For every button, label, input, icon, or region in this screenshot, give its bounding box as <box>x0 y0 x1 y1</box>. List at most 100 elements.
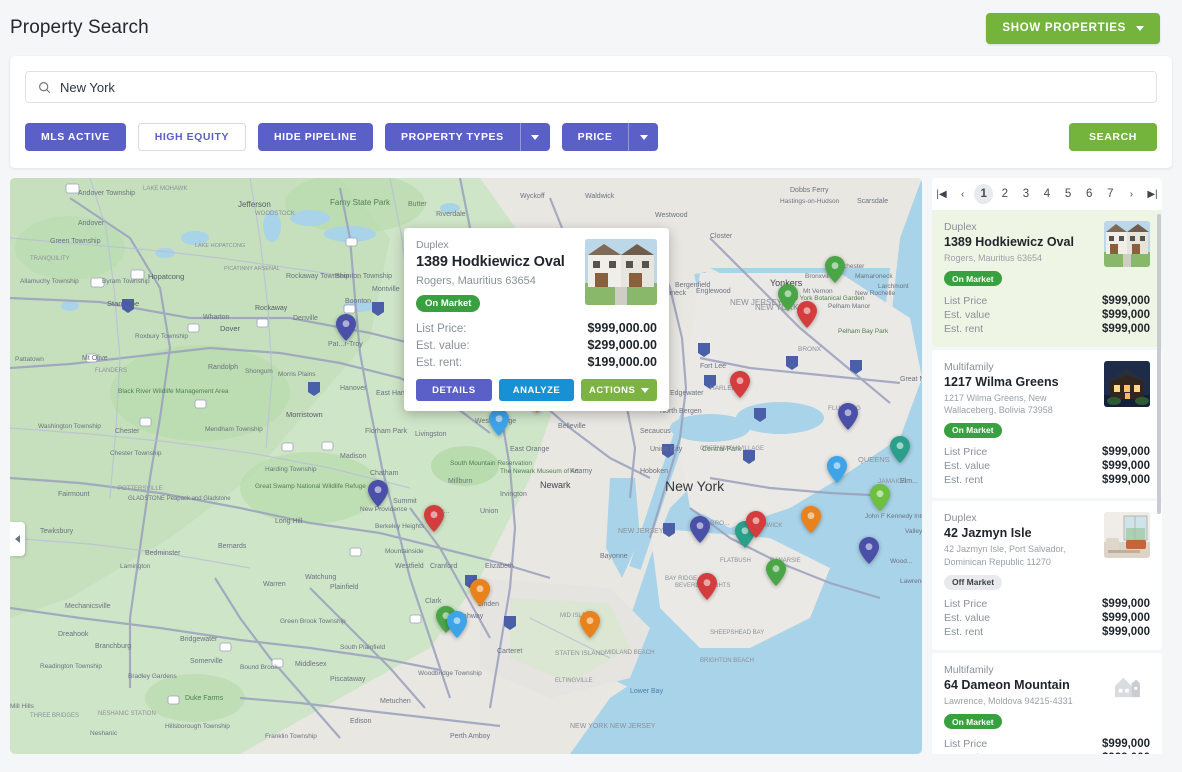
map-marker-pin-icon[interactable] <box>336 314 356 341</box>
popup-status-badge: On Market <box>416 295 481 312</box>
map-property-popup[interactable]: Duplex 1389 Hodkiewicz Oval Rogers, Maur… <box>404 228 669 411</box>
property-card-row-value: $999,000 <box>1102 308 1150 321</box>
map-marker-pin-icon[interactable] <box>766 559 786 586</box>
property-card[interactable]: Duplex 1389 Hodkiewicz Oval Rogers, Maurit… <box>932 210 1162 347</box>
pagination-page-5[interactable]: 5 <box>1059 184 1078 204</box>
property-card-row: List Price $999,000 <box>944 446 1150 458</box>
property-card-type: Multifamily <box>944 664 994 677</box>
property-card-thumbnail <box>1104 221 1150 267</box>
property-card-row-label: List Price <box>944 737 988 750</box>
map-container[interactable]: Andover Township LAKE MOHAWK Jefferson WOOD… <box>10 178 922 754</box>
filter-price-caret[interactable] <box>628 123 659 151</box>
map-marker-pin-icon[interactable] <box>424 505 444 532</box>
property-card-location: 42 Jazmyn Isle, Port Salvador, Dominican… <box>944 544 1066 567</box>
filter-row: MLS ACTIVE HIGH EQUITY HIDE PIPELINE PRO… <box>25 123 1157 151</box>
search-box[interactable] <box>25 71 1157 103</box>
filter-hide-pipeline[interactable]: HIDE PIPELINE <box>258 123 374 151</box>
property-list-sidebar: |◀ ‹ 1 2 3 4 5 6 7 › ▶| Duplex 1389 Hodki… <box>932 178 1162 754</box>
map-marker-pin-icon[interactable] <box>368 480 388 507</box>
property-card-row: List Price $999,000 <box>944 738 1150 750</box>
chevron-down-icon <box>639 134 648 140</box>
property-card-status-badge: On Market <box>944 271 1002 287</box>
property-card-location: Lawrence, Moldova 94215-4331 <box>944 696 1073 707</box>
map-marker-pin-icon[interactable] <box>870 484 890 511</box>
pagination-page-4[interactable]: 4 <box>1037 184 1056 204</box>
property-card[interactable]: Multifamily 1217 Wilma Greens 1217 Wilma G… <box>932 349 1162 499</box>
map-marker-pin-icon[interactable] <box>890 436 910 463</box>
property-card[interactable]: Multifamily 64 Dameon Mountain Lawrence, M… <box>932 653 1162 754</box>
search-input[interactable] <box>60 79 1144 95</box>
map-marker-pin-icon[interactable] <box>447 611 467 638</box>
map-marker-pin-icon[interactable] <box>489 409 509 436</box>
show-properties-label: SHOW PROPERTIES <box>1002 22 1126 34</box>
filter-property-types-button[interactable]: PROPERTY TYPES <box>385 123 520 151</box>
property-card-info: Duplex 1389 Hodkiewicz Oval Rogers, Maurit… <box>944 221 1096 287</box>
property-card-row-value: $999,000 <box>1102 598 1150 611</box>
filter-high-equity[interactable]: HIGH EQUITY <box>137 123 247 151</box>
property-card-row-label: Est. value <box>944 460 991 473</box>
map-marker-pin-icon[interactable] <box>838 403 858 430</box>
filter-price-button[interactable]: PRICE <box>561 123 629 151</box>
pagination-page-1[interactable]: 1 <box>974 184 994 204</box>
map-marker-pin-icon[interactable] <box>746 511 766 538</box>
map-marker-pin-icon[interactable] <box>825 256 845 283</box>
pagination-page-2[interactable]: 2 <box>995 184 1014 204</box>
filter-mls-active[interactable]: MLS ACTIVE <box>25 123 126 151</box>
map-marker-pin-icon[interactable] <box>778 284 798 311</box>
property-card-row: Est. value $999,000 <box>944 309 1150 321</box>
property-card-figures: List Price$999,000Est. value$999,000Est.… <box>944 738 1150 754</box>
map-marker-pin-icon[interactable] <box>859 537 879 564</box>
property-card-row-label: Est. value <box>944 308 991 321</box>
property-card-list[interactable]: Duplex 1389 Hodkiewicz Oval Rogers, Maurit… <box>932 210 1162 754</box>
property-card-row: List Price $999,000 <box>944 295 1150 307</box>
pagination-prev[interactable]: ‹ <box>953 184 972 204</box>
property-card-row: Est. value $999,000 <box>944 752 1150 754</box>
property-card[interactable]: Duplex 42 Jazmyn Isle 42 Jazmyn Isle, Port… <box>932 501 1162 651</box>
map-marker-pin-icon[interactable] <box>470 579 490 606</box>
map-marker-pin-icon[interactable] <box>697 573 717 600</box>
pagination-page-7[interactable]: 7 <box>1101 184 1120 204</box>
sidebar-scrollbar[interactable] <box>1157 214 1161 754</box>
pagination-first[interactable]: |◀ <box>932 184 951 204</box>
map-marker-pin-icon[interactable] <box>801 506 821 533</box>
property-card-type: Duplex <box>944 221 977 233</box>
popup-analyze-button[interactable]: ANALYZE <box>498 379 575 401</box>
map-marker-pin-icon[interactable] <box>797 301 817 328</box>
property-card-top: Multifamily 64 Dameon Mountain Lawrence, M… <box>944 664 1150 730</box>
popup-details-button[interactable]: DETAILS <box>416 379 492 401</box>
property-card-row-label: Est. rent <box>944 474 984 487</box>
map-marker-pin-icon[interactable] <box>690 516 710 543</box>
house-placeholder-icon <box>1115 677 1140 698</box>
pagination-page-3[interactable]: 3 <box>1016 184 1035 204</box>
popup-row-list-price: List Price: $999,000.00 <box>416 321 657 335</box>
property-card-row-label: Est. rent <box>944 626 984 639</box>
sidebar-scrollbar-thumb[interactable] <box>1157 214 1161 514</box>
pagination-page-6[interactable]: 6 <box>1080 184 1099 204</box>
property-card-row-label: List Price <box>944 446 988 459</box>
search-button[interactable]: SEARCH <box>1069 123 1157 151</box>
map-marker-pin-icon[interactable] <box>827 456 847 483</box>
search-panel: MLS ACTIVE HIGH EQUITY HIDE PIPELINE PRO… <box>10 56 1172 168</box>
popup-property-type: Duplex <box>416 239 449 251</box>
property-card-row-value: $999,000 <box>1102 612 1150 625</box>
popup-top: Duplex 1389 Hodkiewicz Oval Rogers, Maur… <box>416 239 657 312</box>
show-properties-button[interactable]: SHOW PROPERTIES <box>986 12 1160 44</box>
property-card-top: Duplex 1389 Hodkiewicz Oval Rogers, Maurit… <box>944 221 1150 287</box>
popup-actions-button[interactable]: ACTIONS <box>581 379 658 401</box>
map-marker-pin-icon[interactable] <box>580 611 600 638</box>
popup-thumbnail <box>585 239 657 305</box>
property-card-row-value: $999,000 <box>1102 474 1150 487</box>
pagination-next[interactable]: › <box>1122 184 1141 204</box>
filter-property-types-caret[interactable] <box>519 123 550 151</box>
property-card-row-label: List Price <box>944 294 988 307</box>
property-card-location: Rogers, Mauritius 63654 <box>944 253 1043 263</box>
property-card-type: Multifamily <box>944 360 994 373</box>
pagination-last[interactable]: ▶| <box>1143 184 1162 204</box>
map-collapse-handle[interactable] <box>10 522 25 556</box>
property-card-status-badge: On Market <box>944 422 1002 438</box>
property-card-figures: List Price$999,000Est. value $999,000Est.… <box>944 295 1150 335</box>
property-card-status-badge: Off Market <box>944 574 1003 590</box>
property-card-row: Est. value $999,000 <box>944 460 1150 472</box>
map-marker-pin-icon[interactable] <box>730 371 750 398</box>
property-card-info: Duplex 42 Jazmyn Isle 42 Jazmyn Isle, Port… <box>944 512 1096 590</box>
